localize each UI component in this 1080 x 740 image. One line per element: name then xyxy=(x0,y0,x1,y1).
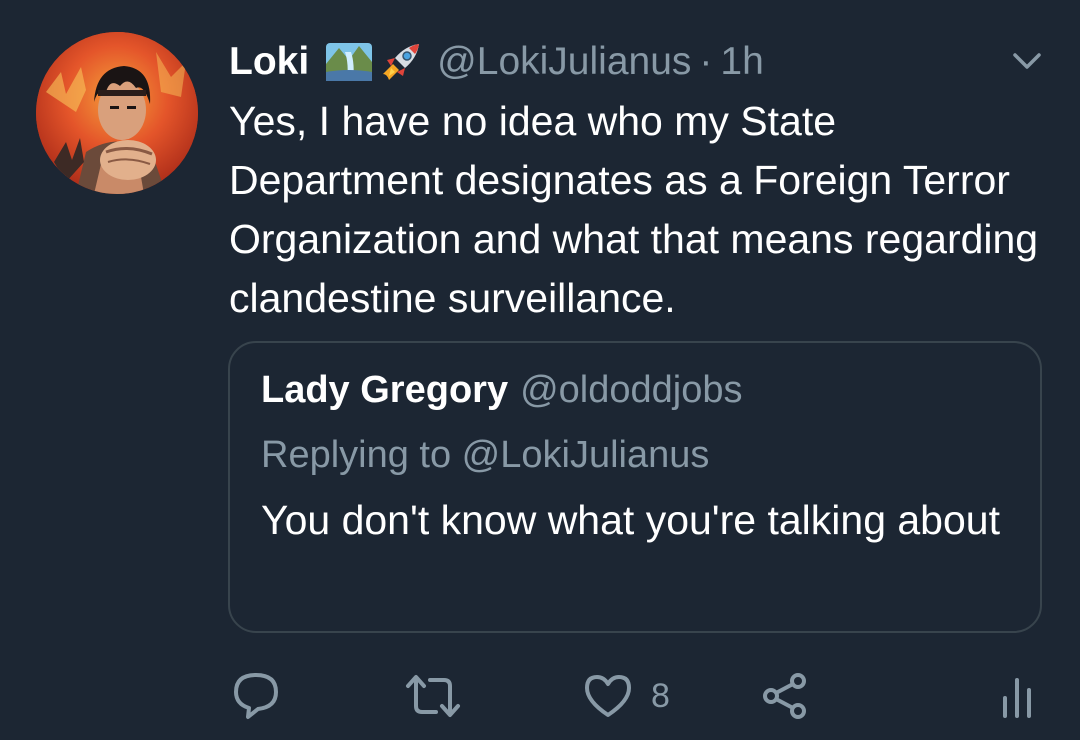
author-avatar[interactable] xyxy=(36,32,198,194)
author-handle[interactable]: @LokiJulianus xyxy=(437,40,691,84)
quoted-tweet-text: You don't know what you're talking about xyxy=(261,497,1000,543)
quoted-tweet-header: Lady Gregory @oldoddjobs xyxy=(261,369,742,412)
name-emojis xyxy=(325,40,423,84)
share-icon xyxy=(763,673,806,719)
tweet-text: Yes, I have no idea who my State Departm… xyxy=(229,98,1039,321)
separator-dot: · xyxy=(699,40,713,83)
like-icon xyxy=(585,675,631,717)
quoted-author-handle: @oldoddjobs xyxy=(520,369,743,411)
quoted-tweet[interactable]: Lady Gregory @oldoddjobs Replying to @Lok… xyxy=(228,341,1042,633)
tweet-card[interactable]: Loki @LokiJulianus · 1h Yes, I have no i… xyxy=(0,0,1080,740)
quoted-author-name: Lady Gregory xyxy=(261,369,509,411)
like-count: 8 xyxy=(651,676,670,715)
more-options-chevron-icon[interactable] xyxy=(1010,44,1044,78)
retweet-icon xyxy=(406,675,460,717)
tweet-action-bar: 8 xyxy=(0,668,1080,724)
retweet-button[interactable] xyxy=(404,668,462,724)
quoted-replying-to: Replying to @LokiJulianus xyxy=(261,434,710,476)
author-name[interactable]: Loki xyxy=(229,40,309,84)
avatar-illustration xyxy=(36,32,198,194)
share-button[interactable] xyxy=(762,668,808,724)
rocket-emoji-icon xyxy=(383,44,420,80)
waterfall-emoji-icon xyxy=(326,43,373,81)
tweet-timestamp[interactable]: 1h xyxy=(720,40,763,84)
reply-icon xyxy=(234,673,278,719)
analytics-icon xyxy=(1003,678,1031,718)
reply-button[interactable] xyxy=(232,668,280,724)
analytics-button[interactable] xyxy=(1000,668,1034,724)
like-button[interactable]: 8 xyxy=(583,668,670,724)
tweet-header: Loki @LokiJulianus · 1h xyxy=(229,38,764,86)
